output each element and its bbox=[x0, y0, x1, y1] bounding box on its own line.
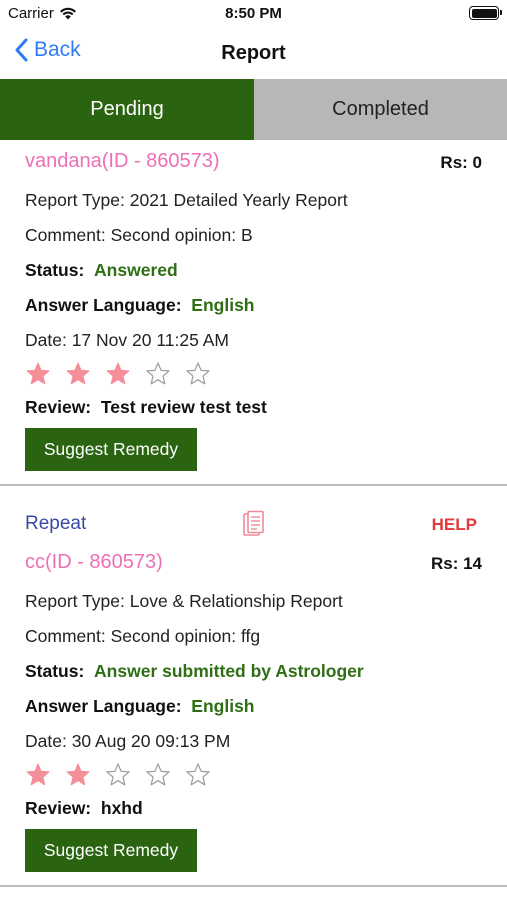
comment: Comment: Second opinion: ffg bbox=[25, 626, 261, 646]
report-type: Report Type: Love & Relationship Report bbox=[25, 591, 343, 611]
card-divider bbox=[0, 484, 507, 486]
tab-bar: Pending Completed bbox=[0, 79, 507, 140]
language-label: Answer Language: bbox=[25, 295, 182, 315]
status-time: 8:50 PM bbox=[225, 5, 282, 22]
status-value: Answer submitted by Astrologer bbox=[94, 661, 364, 681]
document-icon[interactable] bbox=[242, 510, 266, 538]
star-empty-icon[interactable] bbox=[185, 762, 211, 788]
review-label: Review: bbox=[25, 798, 92, 818]
language-row: Answer Language: English bbox=[25, 696, 255, 717]
suggest-remedy-button[interactable]: Suggest Remedy bbox=[25, 829, 197, 872]
card-divider bbox=[0, 885, 507, 887]
language-row: Answer Language: English bbox=[25, 295, 255, 316]
language-label: Answer Language: bbox=[25, 696, 182, 716]
status-label: Status: bbox=[25, 661, 85, 681]
star-rating bbox=[25, 361, 211, 387]
tab-pending[interactable]: Pending bbox=[0, 79, 254, 140]
tab-completed[interactable]: Completed bbox=[254, 79, 507, 140]
star-empty-icon[interactable] bbox=[185, 361, 211, 387]
repeat-link[interactable]: Repeat bbox=[25, 513, 86, 535]
star-filled-icon[interactable] bbox=[105, 361, 131, 387]
status-label: Status: bbox=[25, 260, 85, 280]
client-name: vandana(ID - 860573) bbox=[25, 150, 220, 172]
date: Date: 30 Aug 20 09:13 PM bbox=[25, 731, 231, 751]
language-value: English bbox=[191, 295, 255, 315]
suggest-remedy-button[interactable]: Suggest Remedy bbox=[25, 428, 197, 471]
star-filled-icon[interactable] bbox=[25, 361, 51, 387]
star-filled-icon[interactable] bbox=[65, 762, 91, 788]
star-filled-icon[interactable] bbox=[65, 361, 91, 387]
client-name: cc(ID - 860573) bbox=[25, 551, 163, 573]
review-value: Test review test test bbox=[100, 397, 267, 417]
status-row: Status: Answered bbox=[25, 260, 178, 281]
amount-label: Rs: 0 bbox=[440, 153, 482, 172]
date: Date: 17 Nov 20 11:25 AM bbox=[25, 330, 229, 350]
status-value: Answered bbox=[94, 260, 178, 280]
status-bar: Carrier 8:50 PM bbox=[0, 0, 507, 30]
help-link[interactable]: HELP bbox=[432, 515, 477, 535]
review-row: Review: Test review test test bbox=[25, 397, 267, 418]
review-value: hxhd bbox=[100, 798, 143, 818]
status-row: Status: Answer submitted by Astrologer bbox=[25, 661, 364, 682]
comment: Comment: Second opinion: B bbox=[25, 225, 253, 245]
review-label: Review: bbox=[25, 397, 92, 417]
report-type: Report Type: 2021 Detailed Yearly Report bbox=[25, 190, 348, 210]
star-filled-icon[interactable] bbox=[25, 762, 51, 788]
amount-label: Rs: 14 bbox=[430, 554, 482, 573]
battery-icon bbox=[469, 6, 502, 20]
review-row: Review: hxhd bbox=[25, 798, 143, 819]
star-empty-icon[interactable] bbox=[145, 361, 171, 387]
language-value: English bbox=[191, 696, 255, 716]
star-empty-icon[interactable] bbox=[105, 762, 131, 788]
star-rating bbox=[25, 762, 211, 788]
navigation-bar: Back Report bbox=[0, 30, 507, 78]
page-title: Report bbox=[221, 42, 286, 64]
star-empty-icon[interactable] bbox=[145, 762, 171, 788]
